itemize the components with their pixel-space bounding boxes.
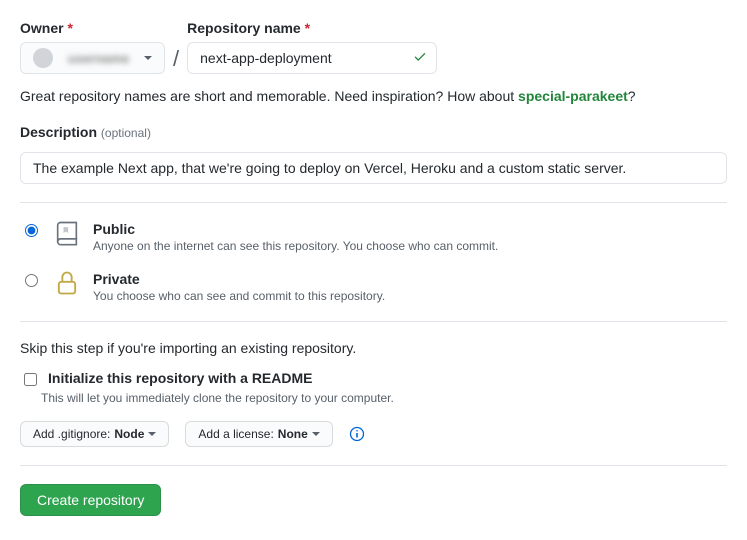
separator [20,202,727,203]
required-asterisk: * [67,20,72,36]
repo-name-field: Repository name * [187,20,437,74]
private-title: Private [93,271,385,287]
hint-prefix: Great repository names are short and mem… [20,88,518,104]
chevron-down-icon [148,432,156,436]
private-subtitle: You choose who can see and commit to thi… [93,289,385,303]
info-icon[interactable] [349,426,365,442]
public-title: Public [93,221,498,237]
visibility-public[interactable]: Public Anyone on the internet can see th… [20,221,727,253]
repo-input-wrap [187,42,437,74]
repo-icon [53,219,81,250]
hint-suffix: ? [628,88,636,104]
description-label-text: Description [20,124,97,140]
gitignore-value: Node [114,427,144,441]
skip-text: Skip this step if you're importing an ex… [20,340,727,356]
description-input[interactable] [20,152,727,184]
owner-name: username [59,51,138,66]
public-subtitle: Anyone on the internet can see this repo… [93,239,498,253]
owner-field: Owner * username [20,20,165,74]
readme-subtitle: This will let you immediately clone the … [41,391,727,405]
repo-name-label-text: Repository name [187,20,301,36]
repo-name-input[interactable] [187,42,437,74]
description-label: Description (optional) [20,124,727,140]
owner-label: Owner * [20,20,165,36]
create-repository-button[interactable]: Create repository [20,484,161,516]
avatar [33,48,53,68]
readme-checkbox[interactable] [24,373,37,386]
license-value: None [278,427,308,441]
slash-separator: / [173,46,179,74]
chevron-down-icon [312,432,320,436]
public-radio[interactable] [25,224,38,237]
private-text: Private You choose who can see and commi… [93,271,385,303]
select-row: Add .gitignore: Node Add a license: None [20,421,727,447]
readme-title: Initialize this repository with a README [48,370,312,386]
suggestion-link[interactable]: special-parakeet [518,88,628,104]
name-hint: Great repository names are short and mem… [20,88,727,104]
readme-option[interactable]: Initialize this repository with a README [20,370,727,389]
owner-label-text: Owner [20,20,64,36]
visibility-private[interactable]: Private You choose who can see and commi… [20,271,727,303]
lock-icon [53,269,81,300]
license-select[interactable]: Add a license: None [185,421,332,447]
private-radio[interactable] [25,274,38,287]
optional-text: (optional) [101,126,151,140]
check-icon [413,50,427,67]
license-prefix: Add a license: [198,427,273,441]
separator [20,321,727,322]
public-text: Public Anyone on the internet can see th… [93,221,498,253]
chevron-down-icon [144,56,152,60]
gitignore-select[interactable]: Add .gitignore: Node [20,421,169,447]
required-asterisk: * [305,20,310,36]
gitignore-prefix: Add .gitignore: [33,427,110,441]
owner-select-button[interactable]: username [20,42,165,74]
separator [20,465,727,466]
owner-repo-row: Owner * username / Repository name * [20,20,727,74]
repo-name-label: Repository name * [187,20,437,36]
